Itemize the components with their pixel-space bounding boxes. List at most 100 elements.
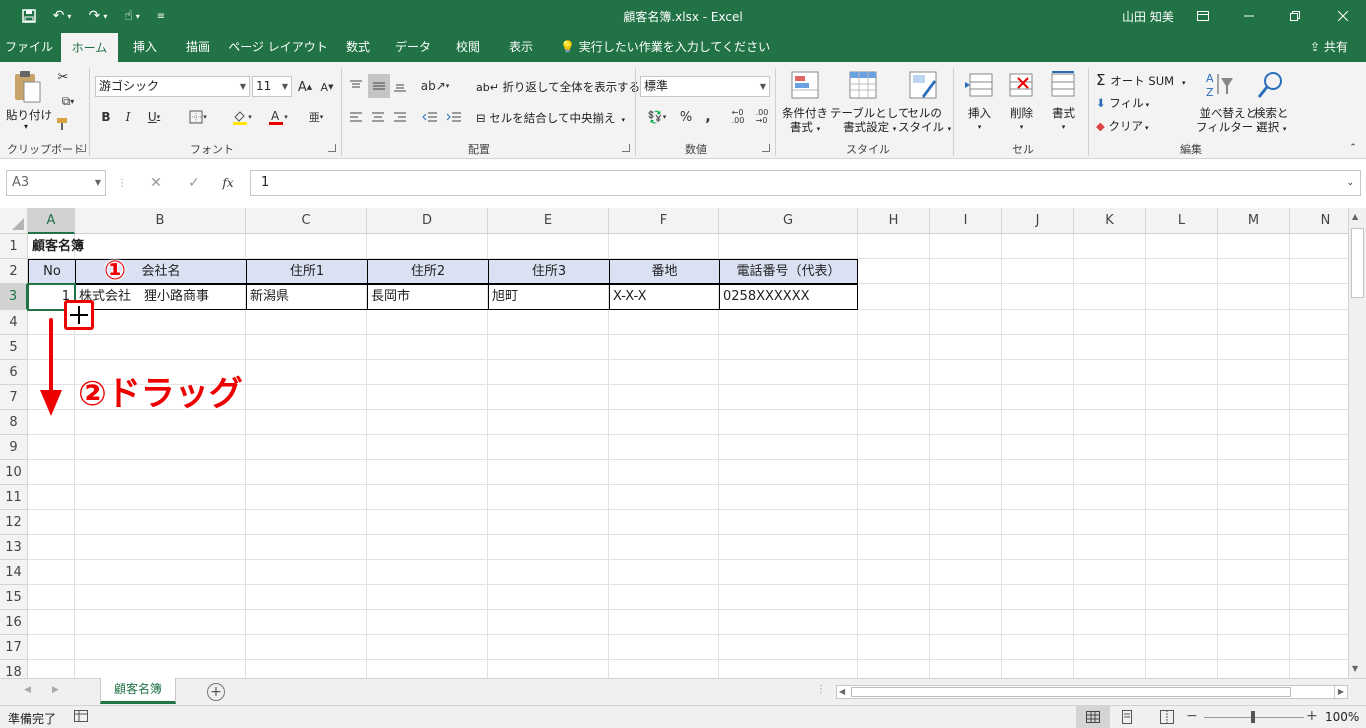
font-color-icon[interactable]: A ▾ [262,107,294,127]
column-header-b[interactable]: B [75,208,246,234]
zoom-out-icon[interactable]: − [1186,708,1198,724]
header-cell-no[interactable]: No [28,259,76,284]
phonetic-icon[interactable]: 亜 ▾ [302,107,330,127]
data-cell-address1[interactable]: 新潟県 [246,284,368,310]
delete-cells-button[interactable]: 削除 ▾ [1010,106,1033,134]
header-cell-address1[interactable]: 住所1 [246,259,368,284]
tab-data[interactable]: データ [388,32,438,62]
scroll-up-icon[interactable]: ▲ [1352,212,1358,221]
restore-icon[interactable] [1272,0,1318,32]
decrease-font-icon[interactable]: A ▼ [318,78,336,96]
row-header-7[interactable]: 7 [0,385,28,410]
cell-styles-button[interactable]: セルの スタイル ▾ [898,106,951,136]
header-cell-address3[interactable]: 住所3 [488,259,610,284]
data-cell-address3[interactable]: 旭町 [488,284,610,310]
orientation-icon[interactable]: ab↗ ▾ [420,76,450,96]
align-center-icon[interactable] [368,107,388,127]
scroll-left-icon[interactable]: ◀ [839,687,845,696]
tab-split-handle-icon[interactable]: ⋮ [816,684,826,695]
borders-icon[interactable]: ▾ [182,107,214,127]
column-header-c[interactable]: C [246,208,367,234]
tell-me-box[interactable]: 💡 実行したい作業を入力してください [560,32,770,62]
column-header-d[interactable]: D [367,208,488,234]
column-header-l[interactable]: L [1146,208,1218,234]
row-header-12[interactable]: 12 [0,510,28,535]
align-top-icon[interactable] [346,76,366,96]
close-icon[interactable] [1320,0,1366,32]
column-header-n[interactable]: N [1290,208,1348,234]
row-header-15[interactable]: 15 [0,585,28,610]
data-cell-phone[interactable]: 0258XXXXXX [719,284,858,310]
row-header-4[interactable]: 4 [0,310,28,335]
user-name[interactable]: 山田 知美 [1122,8,1174,25]
column-header-f[interactable]: F [609,208,719,234]
bold-icon[interactable]: B [98,107,114,127]
format-as-table-icon[interactable] [848,70,880,102]
column-header-m[interactable]: M [1218,208,1290,234]
insert-cells-button[interactable]: 挿入 ▾ [968,106,991,134]
align-bottom-icon[interactable] [390,76,410,96]
row-header-17[interactable]: 17 [0,635,28,660]
paste-icon[interactable] [12,70,44,103]
increase-decimal-icon[interactable]: ←0.00 [728,107,748,127]
name-box[interactable]: A3 ▼ [6,170,106,196]
normal-view-icon[interactable] [1076,706,1110,728]
horizontal-scroll-thumb[interactable] [851,687,1291,697]
decrease-indent-icon[interactable] [420,107,440,127]
prev-sheet-icon[interactable]: ◀ [24,685,31,695]
column-header-a[interactable]: A [28,208,75,234]
row-header-3[interactable]: 3 [0,284,28,310]
header-cell-address2[interactable]: 住所2 [367,259,489,284]
enter-entry-icon[interactable]: ✓ [184,173,204,193]
zoom-in-icon[interactable]: + [1306,708,1318,724]
tab-home[interactable]: ホーム [61,32,118,62]
expand-formula-icon[interactable]: ⌄ [1346,171,1354,195]
next-sheet-icon[interactable]: ▶ [52,685,59,695]
horizontal-scrollbar[interactable]: ◀ [836,685,1348,699]
row-header-11[interactable]: 11 [0,485,28,510]
alignment-launcher-icon[interactable] [622,144,630,152]
column-header-i[interactable]: I [930,208,1002,234]
decrease-decimal-icon[interactable]: .00 →0 [752,107,772,127]
font-name-select[interactable]: 游ゴシック ▼ [95,76,250,97]
data-cell-lot[interactable]: X-X-X [609,284,720,310]
row-header-1[interactable]: 1 [0,234,28,259]
increase-font-icon[interactable]: A ▲ [296,78,314,96]
paste-dropdown-icon[interactable]: ▾ [24,122,28,131]
page-layout-view-icon[interactable] [1120,710,1134,727]
cancel-entry-icon[interactable]: ✕ [146,173,166,193]
zoom-slider-thumb[interactable] [1251,711,1255,723]
font-launcher-icon[interactable] [328,144,336,152]
column-header-h[interactable]: H [858,208,930,234]
align-right-icon[interactable] [390,107,410,127]
zoom-level[interactable]: 100% [1325,710,1359,724]
cell-styles-icon[interactable] [908,70,940,102]
fill-button[interactable]: ⬇ フィル ▾ [1096,95,1149,111]
ribbon-display-icon[interactable] [1180,0,1226,32]
tab-review[interactable]: 校閲 [444,32,492,62]
column-header-k[interactable]: K [1074,208,1146,234]
tab-insert[interactable]: 挿入 [122,32,168,62]
sheet-title-cell[interactable]: 顧客名簿 [32,234,84,259]
header-cell-lot[interactable]: 番地 [609,259,720,284]
find-select-icon[interactable] [1256,70,1288,102]
format-cells-icon[interactable] [1048,70,1080,102]
wrap-text-button[interactable]: ab↵ 折り返して全体を表示する [476,79,640,95]
tab-draw[interactable]: 描画 [174,32,222,62]
number-launcher-icon[interactable] [762,144,770,152]
increase-indent-icon[interactable] [444,107,464,127]
minimize-icon[interactable] [1226,0,1272,32]
cut-icon[interactable]: ✂ [54,68,72,86]
sheet-tab-customers[interactable]: 顧客名簿 [100,678,176,704]
add-sheet-icon[interactable]: + [207,683,225,701]
row-header-2[interactable]: 2 [0,259,28,284]
italic-icon[interactable]: I [120,107,136,127]
find-select-button[interactable]: 検索と 選択 ▾ [1254,106,1289,136]
tab-file[interactable]: ファイル [0,32,58,62]
font-size-select[interactable]: 11 ▼ [252,76,292,97]
paste-label[interactable]: 貼り付け [6,107,52,123]
collapse-ribbon-icon[interactable]: ⌃ [1346,142,1360,154]
row-header-5[interactable]: 5 [0,335,28,360]
data-cell-address2[interactable]: 長岡市 [367,284,489,310]
fill-color-icon[interactable]: ▾ [226,107,258,127]
